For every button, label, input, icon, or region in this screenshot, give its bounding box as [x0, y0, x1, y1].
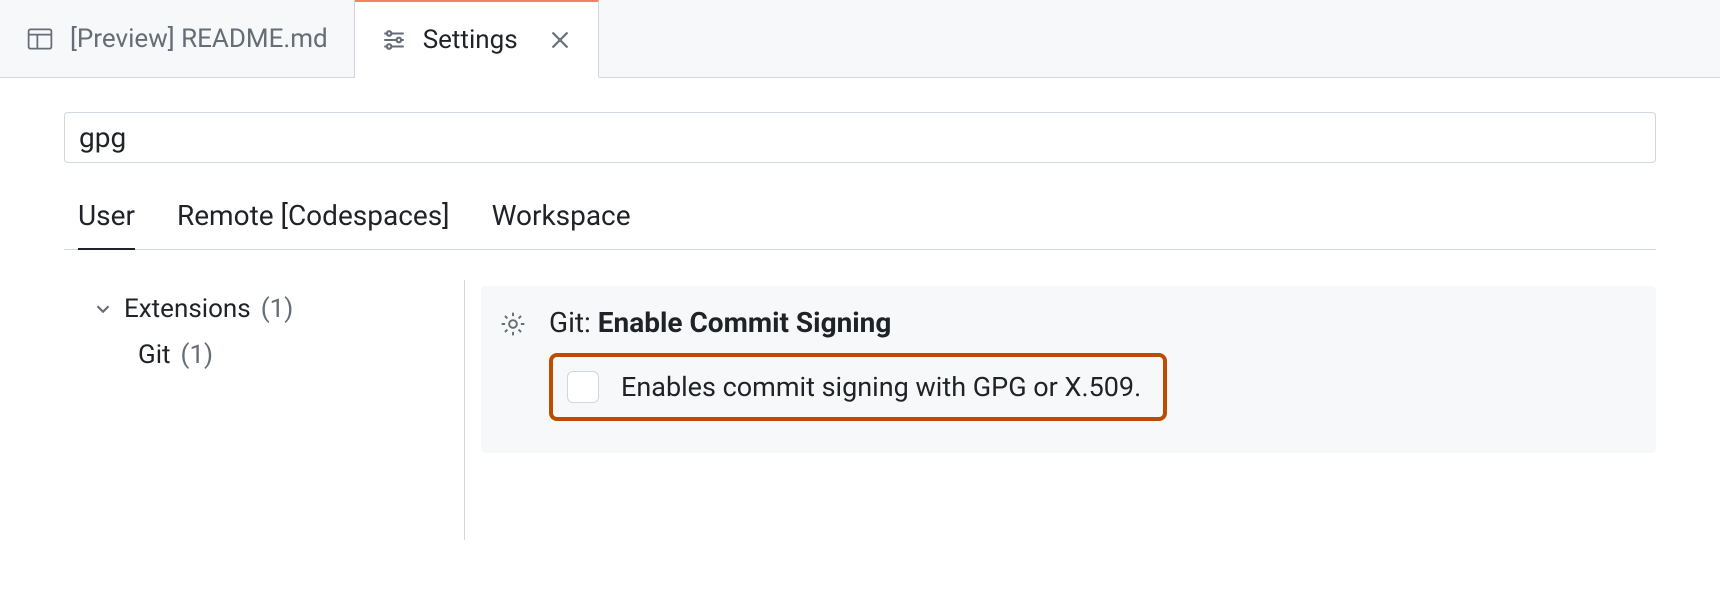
- tab-settings[interactable]: Settings: [355, 0, 599, 78]
- preview-icon: [26, 25, 54, 53]
- scope-tab-workspace[interactable]: Workspace: [492, 199, 631, 249]
- settings-list: Git: Enable Commit Signing Enables commi…: [481, 280, 1656, 540]
- tree-item-label: Git: [138, 340, 171, 370]
- settings-scope-tabs: User Remote [Codespaces] Workspace: [64, 199, 1656, 250]
- settings-tab-icon: [381, 27, 407, 53]
- tab-preview-readme[interactable]: [Preview] README.md: [0, 0, 355, 77]
- settings-main-area: Extensions (1) Git (1) Git: Enabl: [64, 280, 1656, 540]
- gear-icon[interactable]: [499, 306, 527, 338]
- tab-label: Settings: [423, 25, 518, 55]
- tree-item-count: (1): [261, 294, 294, 324]
- settings-search-input[interactable]: [64, 112, 1656, 163]
- editor-tab-bar: [Preview] README.md Settings: [0, 0, 1720, 78]
- setting-control-highlight: Enables commit signing with GPG or X.509…: [549, 353, 1167, 421]
- tree-item-count: (1): [181, 340, 214, 370]
- scope-tab-remote[interactable]: Remote [Codespaces]: [177, 199, 450, 249]
- setting-git-enable-commit-signing: Git: Enable Commit Signing Enables commi…: [481, 286, 1656, 453]
- setting-title: Git: Enable Commit Signing: [549, 306, 1638, 339]
- setting-description: Enables commit signing with GPG or X.509…: [621, 371, 1141, 403]
- chevron-down-icon: [92, 298, 114, 320]
- close-icon[interactable]: [548, 28, 572, 52]
- settings-content: User Remote [Codespaces] Workspace Exten…: [0, 78, 1720, 540]
- vertical-divider: [464, 280, 465, 540]
- setting-body: Git: Enable Commit Signing Enables commi…: [549, 306, 1638, 421]
- settings-tree: Extensions (1) Git (1): [64, 280, 464, 540]
- setting-checkbox[interactable]: [567, 371, 599, 403]
- tree-item-label: Extensions: [124, 294, 251, 324]
- setting-title-name: Enable Commit Signing: [598, 306, 892, 339]
- tree-item-git[interactable]: Git (1): [92, 332, 464, 378]
- setting-title-prefix: Git:: [549, 306, 598, 339]
- tree-item-extensions[interactable]: Extensions (1): [92, 286, 464, 332]
- scope-tab-user[interactable]: User: [78, 199, 135, 250]
- tab-label: [Preview] README.md: [70, 24, 328, 54]
